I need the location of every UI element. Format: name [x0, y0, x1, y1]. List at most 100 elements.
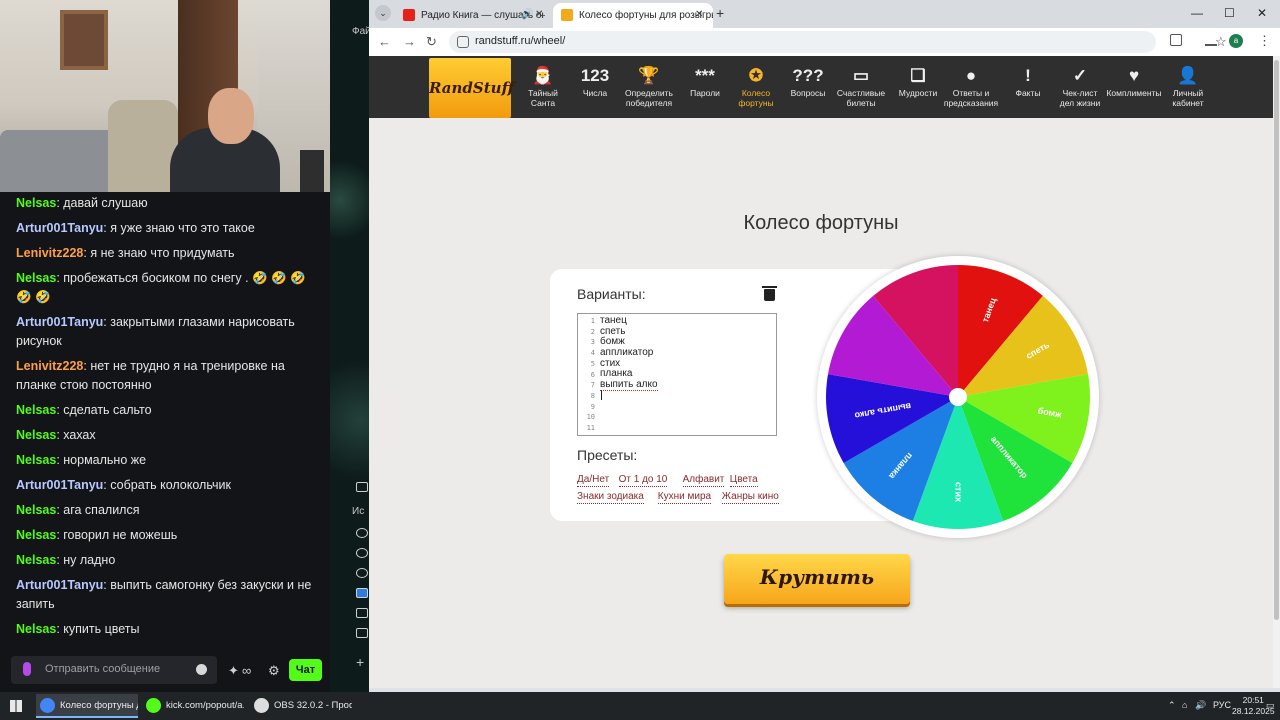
language-indicator[interactable]: РУС	[1213, 700, 1231, 710]
variants-lines[interactable]: танец спеть бомж аппликатор стих планка выпить…	[600, 315, 658, 392]
variant-line[interactable]: выпить алко	[600, 379, 658, 392]
randstuff-logo[interactable]: RandStuff	[429, 58, 514, 118]
variants-label: Варианты:	[577, 286, 646, 302]
nav-item-8[interactable]: ● Ответы и предсказания	[940, 66, 1002, 108]
scrollbar-thumb[interactable]	[1274, 60, 1279, 620]
close-icon[interactable]: ✕	[535, 9, 543, 20]
display-icon[interactable]	[356, 608, 368, 618]
chat-text: ага спалился	[63, 503, 140, 517]
preset-link[interactable]: От 1 до 10	[618, 474, 668, 487]
browser-window: ⌄ Радио Книга — слушать он 🔊 ✕ Колесо фо…	[369, 0, 1280, 692]
chat-username[interactable]: Nelsas	[16, 196, 56, 210]
volume-icon[interactable]: 🔊	[1195, 700, 1206, 711]
nav-label-line: Комплименты	[1106, 88, 1162, 98]
website-viewport: RandStuff 🎅 Тайный Санта 123 Числа 🏆 Определит…	[369, 56, 1280, 688]
taskbar-app[interactable]: OBS 32.0.2 - Проф...	[250, 694, 352, 718]
nav-label-line: дел жизни	[1059, 98, 1101, 108]
sparkle-icon[interactable]: ✦	[228, 664, 242, 678]
chat-username[interactable]: Artur001Tanyu	[16, 221, 103, 235]
app-icon	[254, 698, 269, 713]
camera-source-icon[interactable]	[356, 588, 368, 598]
line-number: 7	[590, 381, 595, 390]
chat-send-button[interactable]: Чат	[289, 659, 322, 681]
profile-avatar[interactable]: a	[1229, 34, 1243, 48]
preset-link[interactable]: Цвета	[729, 474, 758, 487]
preset-link[interactable]: Да/Нет	[577, 474, 610, 487]
infinity-icon[interactable]: ∞	[242, 664, 256, 678]
nav-item-11[interactable]: ♥ Комплименты	[1103, 66, 1165, 98]
minimize-icon[interactable]: —	[1191, 6, 1203, 20]
chat-username[interactable]: Nelsas	[16, 271, 56, 285]
wheel-hub	[949, 388, 967, 406]
microphone-icon[interactable]	[23, 662, 31, 676]
camera-icon[interactable]	[356, 482, 368, 492]
nav-item-10[interactable]: ✓ Чек-лист дел жизни	[1049, 66, 1111, 108]
maximize-icon[interactable]: ☐	[1224, 6, 1235, 20]
site-info-icon[interactable]	[457, 36, 469, 48]
chat-input-placeholder: Отправить сообщение	[45, 663, 161, 675]
nav-item-12[interactable]: 👤 Личный кабинет	[1157, 66, 1219, 108]
speaker-icon[interactable]: 🔊	[521, 9, 533, 20]
trash-icon[interactable]	[762, 286, 777, 301]
trophy-icon: 🏆	[638, 66, 660, 85]
chat-username[interactable]: Artur001Tanyu	[16, 315, 103, 329]
preset-link[interactable]: Жанры кино	[721, 491, 779, 504]
chat-username[interactable]: Lenivitz228	[16, 246, 83, 260]
wall-picture	[60, 10, 108, 70]
media-icon[interactable]	[1205, 34, 1217, 46]
close-window-icon[interactable]: ✕	[1257, 6, 1267, 20]
menu-kebab-icon[interactable]: ⋮	[1258, 33, 1271, 49]
windows-start-icon[interactable]	[10, 700, 22, 712]
spin-button[interactable]: Крутить	[724, 554, 910, 604]
extensions-icon[interactable]	[1170, 34, 1182, 46]
new-tab-icon[interactable]: +	[716, 5, 724, 21]
gear-icon[interactable]: ⚙	[268, 664, 282, 678]
chat-username[interactable]: Artur001Tanyu	[16, 578, 103, 592]
tab-title: Колесо фортуны для розыгрыш	[579, 10, 713, 21]
preset-link[interactable]: Знаки зодиака	[577, 491, 644, 504]
variants-editor[interactable]: 1 2 3 4 5 6 7 8 9 10 11 танец спеть бомж аппликатор ст…	[577, 313, 777, 436]
glasses-icon[interactable]	[356, 628, 368, 638]
chat-message-input[interactable]: Отправить сообщение	[11, 656, 217, 684]
globe-icon[interactable]	[356, 548, 368, 558]
nav-item-2[interactable]: 🏆 Определить победителя	[618, 66, 680, 108]
line-number: 2	[590, 327, 595, 336]
variant-text: бомж	[600, 336, 625, 348]
chat-username[interactable]: Nelsas	[16, 453, 56, 467]
preset-link[interactable]: Алфавит	[682, 474, 725, 487]
chat-username[interactable]: Nelsas	[16, 428, 56, 442]
preset-link[interactable]: Кухни мира	[657, 491, 712, 504]
emoji-icon[interactable]	[196, 664, 207, 675]
add-source-icon[interactable]: +	[356, 654, 364, 670]
obs-file-label: Фай	[352, 26, 371, 37]
page-scrollbar[interactable]	[1273, 56, 1280, 688]
tab-search-icon[interactable]: ⌄	[375, 5, 391, 21]
reload-icon[interactable]: ↻	[426, 34, 437, 50]
tab-wheel[interactable]: Колесо фортуны для розыгрыш ✕	[553, 3, 713, 28]
forward-icon[interactable]: →	[403, 34, 416, 49]
close-icon[interactable]: ✕	[695, 9, 703, 20]
fortune-wheel[interactable]: танец спеть бомж аппликатор стих планка выпить…	[817, 256, 1099, 538]
nav-item-6[interactable]: ▭ Счастливые билеты	[830, 66, 892, 108]
notifications-icon[interactable]: ▭	[1266, 700, 1275, 711]
chat-username[interactable]: Nelsas	[16, 622, 56, 636]
network-icon[interactable]: ⌂	[1182, 700, 1187, 710]
chrome-icon[interactable]	[356, 568, 368, 578]
nav-label-line: победителя	[625, 98, 673, 108]
speaker-icon[interactable]	[356, 528, 368, 538]
chat-username[interactable]: Artur001Tanyu	[16, 478, 103, 492]
variant-text: стих	[600, 357, 621, 369]
chat-username[interactable]: Nelsas	[16, 528, 56, 542]
nav-item-1[interactable]: 123 Числа	[564, 66, 626, 98]
chat-username[interactable]: Lenivitz228	[16, 359, 83, 373]
taskbar-app[interactable]: Колесо фортуны д...	[36, 694, 138, 718]
chat-username[interactable]: Nelsas	[16, 403, 56, 417]
chat-username[interactable]: Nelsas	[16, 503, 56, 517]
taskbar-app[interactable]: kick.com/popout/a...	[142, 694, 244, 718]
youtube-favicon-icon	[403, 9, 415, 21]
address-bar[interactable]: randstuff.ru/wheel/ ☆	[449, 31, 1227, 53]
chat-username[interactable]: Nelsas	[16, 553, 56, 567]
tray-chevron-icon[interactable]: ⌃	[1168, 700, 1176, 711]
tab-radio-kniga[interactable]: Радио Книга — слушать он 🔊 ✕	[395, 3, 545, 28]
back-icon[interactable]: ←	[378, 34, 391, 49]
